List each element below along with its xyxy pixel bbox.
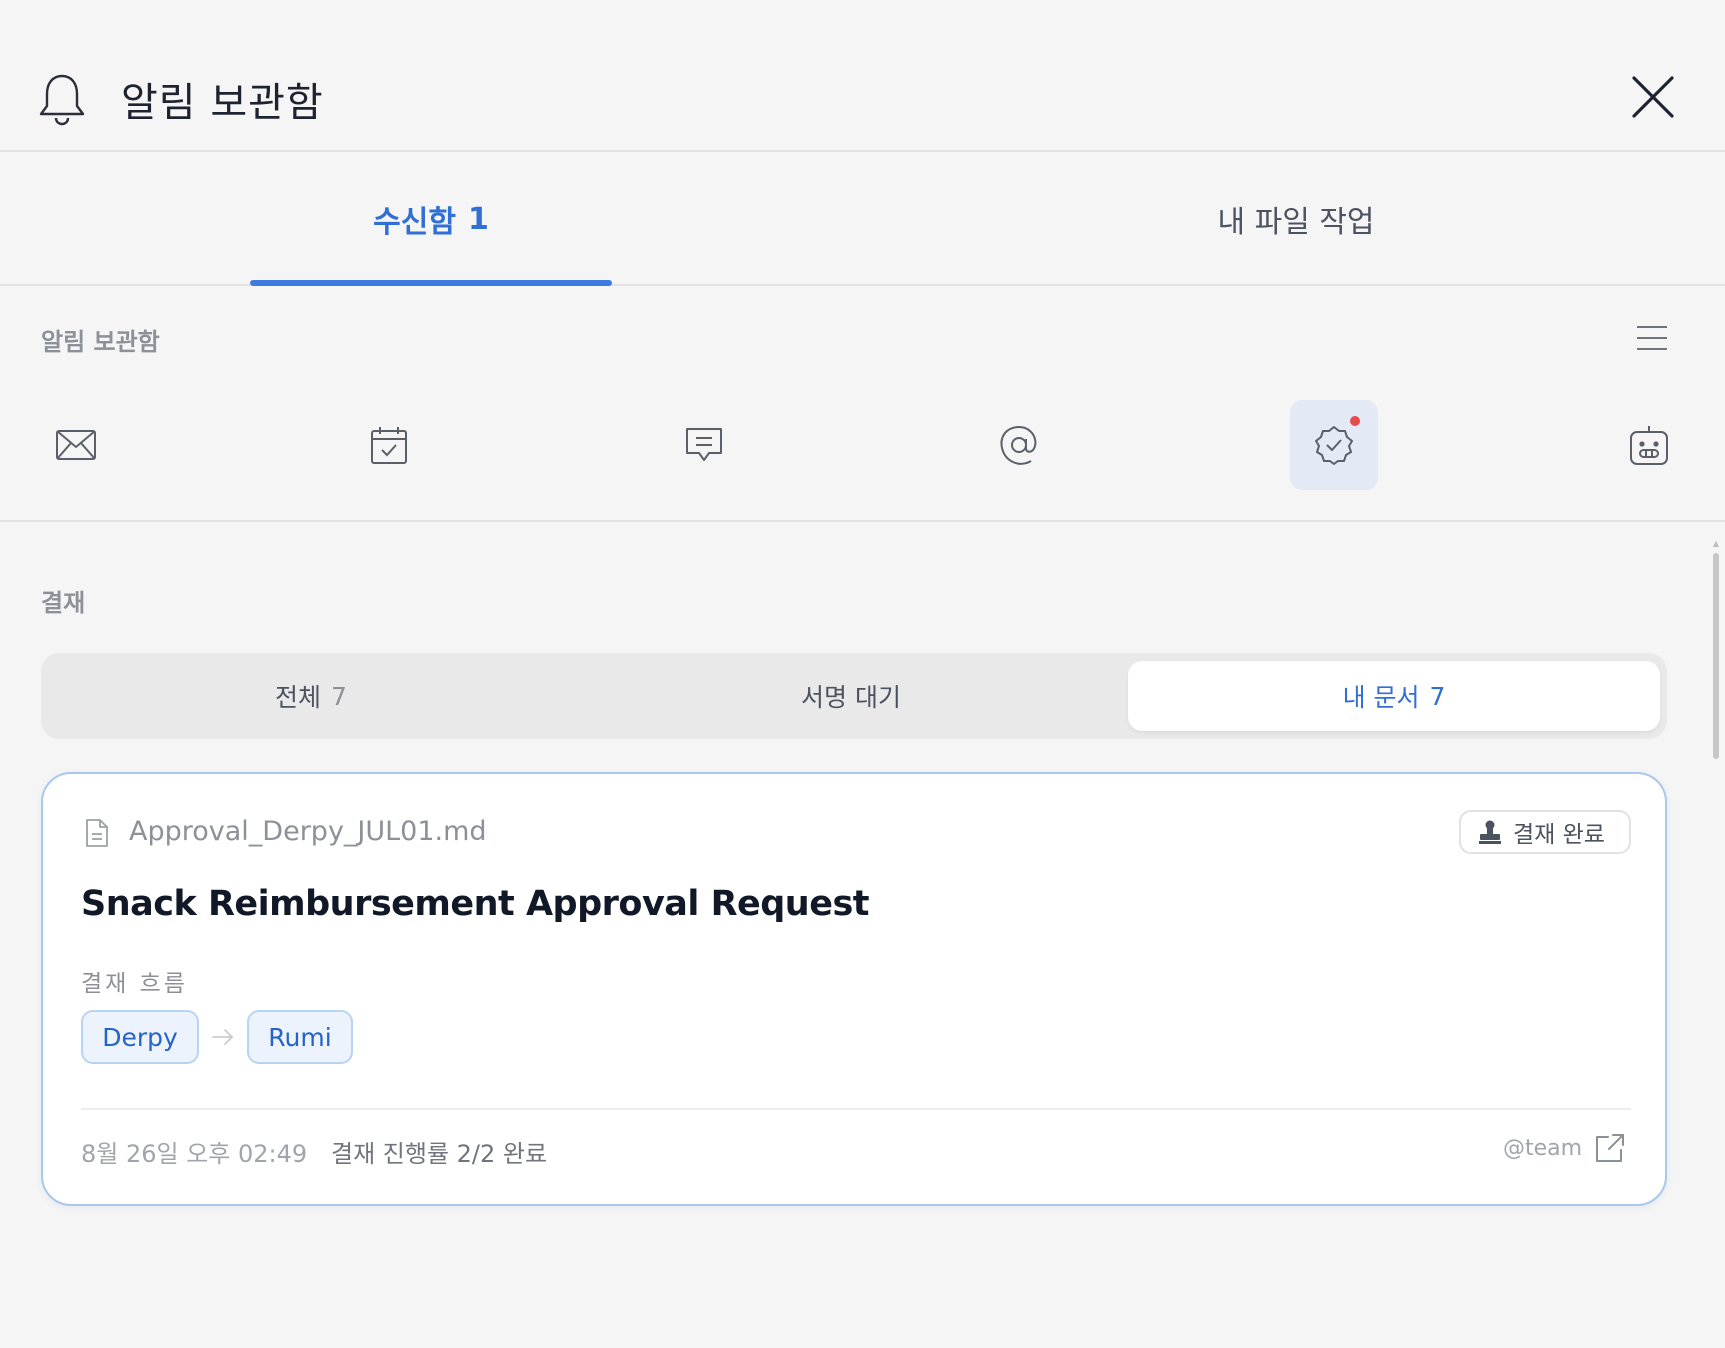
- page-title: 알림 보관함: [121, 80, 324, 126]
- filter-my-documents[interactable]: 내 문서 7: [1128, 661, 1660, 731]
- approval-card[interactable]: Approval_Derpy_JUL01.md 결재 완료 Snack Reim…: [41, 772, 1667, 1206]
- category-comments[interactable]: [660, 400, 748, 490]
- card-divider: [81, 1108, 1631, 1110]
- external-link-icon[interactable]: [1594, 1132, 1626, 1164]
- bot-icon: [1630, 425, 1668, 465]
- mail-icon: [56, 430, 96, 460]
- approver-chip: Derpy: [81, 1010, 199, 1064]
- status-badge: 결재 완료: [1459, 810, 1631, 854]
- filter-all-count: 7: [331, 681, 347, 711]
- filter-awaiting-signature[interactable]: 서명 대기: [581, 661, 1121, 731]
- tab-inbox[interactable]: 수신함 1: [250, 152, 612, 286]
- close-button[interactable]: [1630, 74, 1676, 120]
- category-mentions[interactable]: [975, 400, 1063, 490]
- approval-badge-icon: [1314, 425, 1354, 465]
- active-tab-indicator: [250, 280, 612, 286]
- category-bot[interactable]: [1605, 400, 1693, 490]
- tab-my-file-tasks-label: 내 파일 작업: [1217, 205, 1375, 240]
- arrow-right-icon: [211, 1027, 235, 1047]
- status-badge-label: 결재 완료: [1513, 822, 1605, 848]
- approver-chip: Rumi: [247, 1010, 353, 1064]
- tab-my-file-tasks[interactable]: 내 파일 작업: [1115, 152, 1477, 286]
- tab-bar: 수신함 1 내 파일 작업: [0, 152, 1725, 286]
- stamp-icon: [1479, 820, 1501, 844]
- section-label: 알림 보관함: [41, 328, 160, 356]
- approval-section-label: 결재: [41, 589, 86, 617]
- category-calendar[interactable]: [345, 400, 433, 490]
- approval-filter-segmented-control: 전체 7 서명 대기 내 문서 7: [41, 653, 1667, 739]
- approval-progress: 결재 진행률 2/2 완료: [331, 1140, 548, 1168]
- timestamp: 8월 26일 오후 02:49: [81, 1140, 308, 1168]
- team-tag: @team: [1503, 1136, 1583, 1161]
- filter-awaiting-signature-label: 서명 대기: [801, 683, 901, 712]
- filter-my-documents-count: 7: [1429, 681, 1446, 711]
- scroll-up-arrow[interactable]: ▲: [1712, 540, 1720, 548]
- file-name[interactable]: Approval_Derpy_JUL01.md: [129, 816, 487, 847]
- document-icon: [85, 818, 109, 848]
- calendar-check-icon: [371, 426, 407, 464]
- mention-icon: [999, 425, 1039, 465]
- filter-all-label: 전체: [275, 683, 322, 712]
- new-notification-dot: [1350, 416, 1360, 426]
- scrollbar-thumb[interactable]: [1713, 553, 1719, 759]
- category-mail[interactable]: [32, 400, 120, 490]
- bell-icon: [38, 72, 86, 126]
- tab-inbox-count: 1: [467, 201, 489, 237]
- category-approval[interactable]: [1290, 400, 1378, 490]
- filter-my-documents-label: 내 문서: [1342, 683, 1420, 712]
- menu-icon[interactable]: [1636, 325, 1668, 351]
- comment-icon: [685, 427, 723, 463]
- filter-all[interactable]: 전체 7: [41, 661, 581, 731]
- panel-header: 알림 보관함: [0, 0, 1725, 152]
- card-title: Snack Reimbursement Approval Request: [81, 884, 870, 924]
- category-filter-row: [0, 400, 1725, 522]
- approval-flow-label: 결재 흐름: [81, 971, 188, 997]
- tab-inbox-label: 수신함: [373, 205, 456, 240]
